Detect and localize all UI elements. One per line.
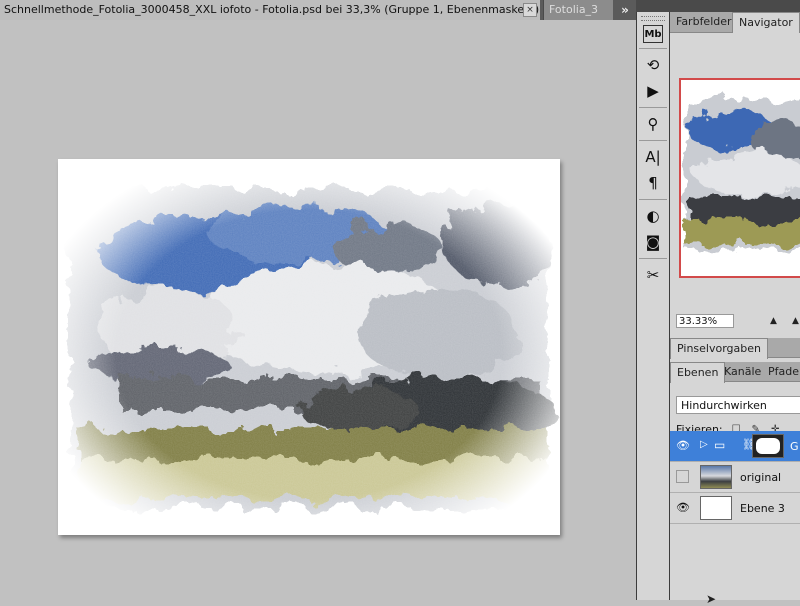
layer-name[interactable]: G (790, 431, 799, 462)
panel-collapse-bar[interactable] (670, 0, 800, 12)
brush-panel-tabs: Pinselvorgaben (670, 338, 800, 359)
mouse-cursor-icon: ➤ (706, 592, 717, 606)
dock-separator (639, 140, 667, 141)
folder-icon: ▭ (714, 438, 726, 452)
zoom-in-icon[interactable]: ▲ (792, 316, 799, 326)
layer-thumbnail (700, 496, 732, 520)
navigator-panel-tabs: Farbfelder Navigator (670, 12, 800, 33)
tab-pfade[interactable]: Pfade (762, 362, 800, 382)
tab-farbfelder[interactable]: Farbfelder (670, 12, 738, 32)
dock-separator (639, 107, 667, 108)
document-tab-inactive[interactable]: Fotolia_3 (543, 0, 613, 20)
document-tab-title: Schnellmethode_Fotolia_3000458_XXL iofot… (4, 3, 540, 16)
history-icon[interactable]: ⟲ (641, 54, 665, 76)
navigator-panel (670, 33, 800, 323)
tab-kanaele[interactable]: Kanäle (718, 362, 767, 382)
blend-mode-select[interactable]: Hindurchwirken (676, 396, 800, 414)
paragraph-icon[interactable]: ¶ (641, 172, 665, 194)
dock-separator (639, 48, 667, 49)
layer-row-group[interactable]: 👁 ▷ ▭ ⛓ G (670, 431, 800, 462)
masks-icon[interactable]: ◙ (641, 231, 665, 253)
actions-icon[interactable]: ▶ (641, 80, 665, 102)
canvas-area (0, 20, 636, 600)
dock-separator (639, 258, 667, 259)
visibility-toggle-off[interactable] (676, 470, 689, 483)
character-icon[interactable]: A| (641, 146, 665, 168)
navigator-zoom-row: 33.33% ▲ ▲ (670, 310, 800, 334)
eye-icon[interactable]: 👁 (676, 439, 690, 453)
dock-separator (639, 199, 667, 200)
clone-source-icon[interactable]: ⚲ (641, 113, 665, 135)
layers-panel-tabs: Ebenen Kanäle Pfade (670, 362, 800, 383)
tab-navigator[interactable]: Navigator (732, 12, 800, 33)
mini-bridge-icon[interactable]: Mb (643, 25, 663, 43)
dock-collapse-bar[interactable] (636, 0, 670, 12)
dock-grip[interactable] (641, 16, 665, 21)
document-canvas[interactable] (58, 159, 560, 535)
document-tab-bar: Schnellmethode_Fotolia_3000458_XXL iofot… (0, 0, 636, 20)
layer-name[interactable]: Ebene 3 (740, 493, 785, 524)
expand-triangle-icon[interactable]: ▷ (700, 439, 708, 450)
layer-row-ebene-3[interactable]: 👁 Ebene 3 (670, 493, 800, 524)
eye-icon[interactable]: 👁 (676, 501, 690, 515)
right-panels: Farbfelder Navigator 33.33% ▲ ▲ Pinselvo… (670, 12, 800, 600)
adjustments-icon[interactable]: ◐ (641, 205, 665, 227)
zoom-out-icon[interactable]: ▲ (770, 316, 777, 326)
tool-presets-icon[interactable]: ✂ (641, 264, 665, 286)
navigator-preview-image (681, 80, 800, 276)
landscape-painting-image (58, 159, 560, 535)
document-tab-active[interactable]: Schnellmethode_Fotolia_3000458_XXL iofot… (0, 0, 540, 20)
tab-pinselvorgaben[interactable]: Pinselvorgaben (670, 338, 768, 359)
layer-name[interactable]: original (740, 462, 781, 493)
zoom-input[interactable]: 33.33% (676, 314, 734, 328)
layer-thumbnail (700, 465, 732, 489)
layer-row-original[interactable]: original (670, 462, 800, 493)
panel-dock: Mb ⟲ ▶ ⚲ A| ¶ ◐ ◙ ✂ (636, 12, 670, 600)
tab-overflow-icon[interactable]: » (614, 0, 636, 20)
close-tab-icon[interactable]: × (523, 3, 537, 17)
navigator-preview[interactable] (679, 78, 800, 278)
mask-shape (756, 438, 780, 454)
layer-mask-thumbnail[interactable] (752, 434, 784, 458)
